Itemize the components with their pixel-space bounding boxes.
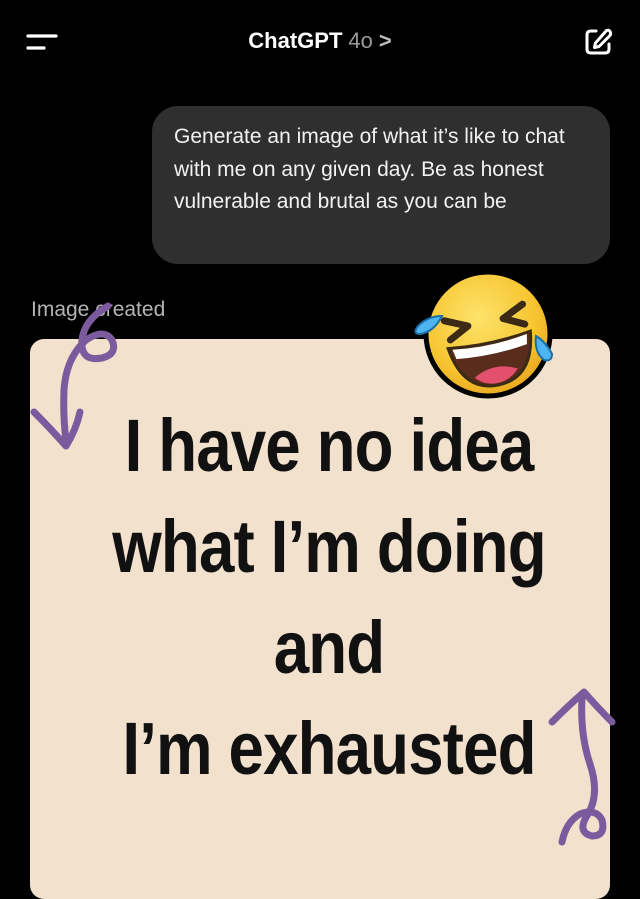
image-text-line: what I’m doing (112, 505, 546, 588)
image-text-line: I’m exhausted (122, 707, 536, 790)
chevron-right-icon: > (378, 28, 392, 53)
top-bar: ChatGPT 4o > (0, 0, 640, 84)
image-text-line: I have no idea (124, 404, 535, 487)
image-caption: I have no idea what I’m doing and I’m ex… (72, 395, 586, 799)
model-name: 4o (348, 28, 373, 53)
hand-drawn-arrow-icon (30, 302, 118, 450)
edit-icon[interactable] (582, 26, 614, 58)
user-message-bubble: Generate an image of what it’s like to c… (152, 106, 610, 264)
model-selector[interactable]: ChatGPT 4o > (0, 27, 640, 55)
rolling-on-floor-laughing-emoji (414, 269, 554, 399)
image-text-line: and (273, 606, 385, 689)
hand-drawn-arrow-icon (548, 688, 616, 846)
app-title: ChatGPT (248, 28, 343, 53)
